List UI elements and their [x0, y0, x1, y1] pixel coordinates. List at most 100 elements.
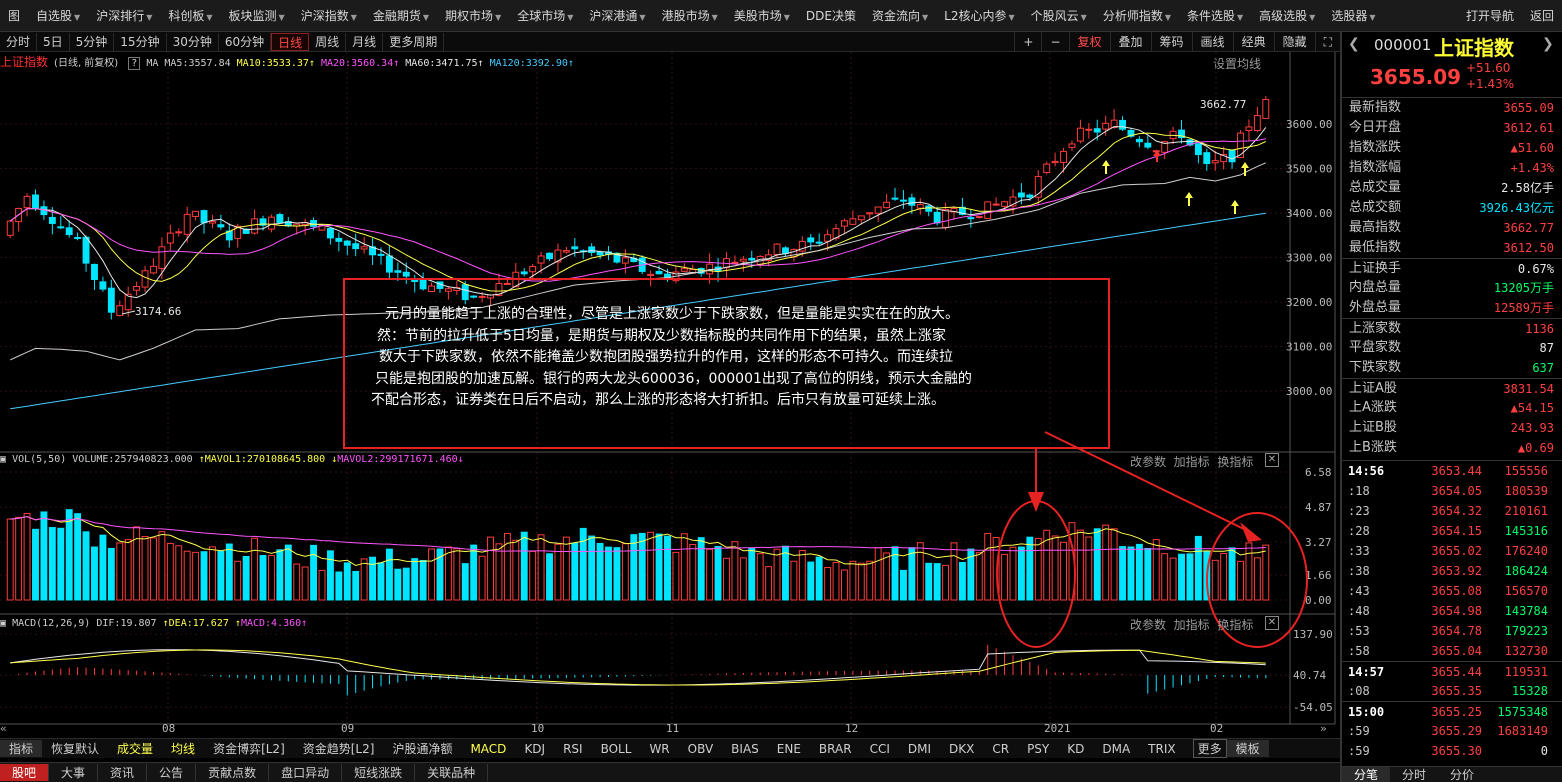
nav-item[interactable]: 沪深指数 ▼: [293, 7, 365, 24]
nav-item[interactable]: 科创板 ▼: [160, 7, 220, 24]
bottom-tab[interactable]: 盘口异动: [269, 764, 343, 781]
nav-item[interactable]: DDE决策: [798, 7, 864, 24]
period-tab[interactable]: 15分钟: [114, 32, 167, 51]
indicator-tab[interactable]: 更多: [1192, 739, 1227, 758]
indicator-tab[interactable]: 指标: [0, 740, 43, 757]
vol-change-params[interactable]: 改参数: [1130, 455, 1166, 469]
nav-item[interactable]: 选股器 ▼: [1323, 7, 1383, 24]
vol-add-indicator[interactable]: 加指标: [1174, 455, 1210, 469]
indicator-tab[interactable]: ENE: [768, 742, 810, 756]
macd-close-icon[interactable]: ✕: [1265, 616, 1279, 630]
right-tabs: 分笔 分时 分价: [1342, 766, 1562, 782]
indicator-tab[interactable]: DKX: [940, 742, 983, 756]
nav-item[interactable]: 板块监测 ▼: [221, 7, 293, 24]
chart-tool[interactable]: 画线: [1191, 32, 1233, 51]
chart-tool[interactable]: 隐藏: [1273, 32, 1315, 51]
scroll-right-icon: »: [1320, 722, 1327, 735]
bottom-tab[interactable]: 股吧: [0, 764, 50, 781]
bottom-tab[interactable]: 资讯: [98, 764, 148, 781]
nav-item[interactable]: 条件选股 ▼: [1179, 7, 1251, 24]
period-tab[interactable]: 5分钟: [70, 32, 115, 51]
indicator-tab[interactable]: KD: [1058, 742, 1093, 756]
indicator-tab[interactable]: RSI: [554, 742, 592, 756]
indicator-tab[interactable]: 沪股通净额: [383, 740, 461, 757]
indicator-tab[interactable]: 恢复默认: [42, 740, 108, 757]
vol-switch-indicator[interactable]: 换指标: [1217, 455, 1253, 469]
indicator-tab[interactable]: WR: [640, 742, 678, 756]
period-tab[interactable]: 日线: [271, 32, 310, 51]
prev-stock-icon[interactable]: ❮: [1348, 36, 1360, 52]
stat-value: 13205万手: [1493, 281, 1554, 295]
bottom-tab[interactable]: 关联品种: [415, 764, 489, 781]
indicator-tab[interactable]: 模板: [1226, 740, 1269, 757]
indicator-tab[interactable]: DMI: [899, 742, 940, 756]
bottom-tab[interactable]: 短线涨跌: [342, 764, 416, 781]
volume-bar: [99, 534, 107, 601]
indicator-tab[interactable]: MACD: [461, 742, 515, 756]
indicator-tab[interactable]: OBV: [679, 742, 723, 756]
nav-item[interactable]: 图: [0, 7, 28, 24]
nav-item[interactable]: 分析师指数 ▼: [1095, 7, 1179, 24]
indicator-tab[interactable]: PSY: [1018, 742, 1058, 756]
bottom-tab[interactable]: 大事: [49, 764, 99, 781]
indicator-tab[interactable]: 均线: [162, 740, 204, 757]
nav-item[interactable]: 个股风云 ▼: [1023, 7, 1095, 24]
bottom-tab[interactable]: 贡献点数: [196, 764, 270, 781]
indicator-tab[interactable]: TRIX: [1139, 742, 1184, 756]
period-tab[interactable]: 月线: [346, 32, 384, 51]
nav-item[interactable]: 高级选股 ▼: [1251, 7, 1323, 24]
indicator-tab[interactable]: CR: [983, 742, 1018, 756]
chart-tool[interactable]: 经典: [1232, 32, 1274, 51]
tick-row: :38 3653.92 186424: [1342, 561, 1562, 581]
chart-tool[interactable]: +: [1014, 32, 1041, 51]
candle-body: [251, 218, 259, 234]
right-tab[interactable]: 分时: [1390, 767, 1438, 782]
right-tab[interactable]: 分笔: [1342, 767, 1391, 782]
nav-item[interactable]: 金融期货 ▼: [365, 7, 437, 24]
indicator-tab[interactable]: 资金趋势[L2]: [294, 740, 384, 757]
nav-item[interactable]: 资金流向 ▼: [864, 7, 936, 24]
nav-item[interactable]: 港股市场 ▼: [654, 7, 726, 24]
chart-tool[interactable]: 筹码: [1150, 32, 1192, 51]
volume-bar: [276, 549, 284, 601]
period-tab[interactable]: 周线: [309, 32, 347, 51]
indicator-tab[interactable]: 成交量: [108, 740, 162, 757]
volume-bar: [697, 537, 705, 601]
chart-tool[interactable]: −: [1041, 32, 1068, 51]
period-tab[interactable]: 5日: [37, 32, 70, 51]
vol-close-icon[interactable]: ✕: [1265, 453, 1279, 467]
chart-tool[interactable]: 复权: [1068, 32, 1110, 51]
indicator-tab[interactable]: 资金博弈[L2]: [204, 740, 294, 757]
nav-right-item[interactable]: 返回: [1522, 7, 1562, 24]
right-tab[interactable]: 分价: [1438, 767, 1486, 782]
indicator-tab[interactable]: BOLL: [592, 742, 641, 756]
indicator-tab[interactable]: BIAS: [722, 742, 768, 756]
period-tab[interactable]: 60分钟: [219, 32, 272, 51]
volume-bar: [672, 551, 680, 601]
nav-item[interactable]: 沪深排行 ▼: [88, 7, 160, 24]
indicator-tab[interactable]: DMA: [1093, 742, 1139, 756]
macd-change-params[interactable]: 改参数: [1130, 618, 1166, 632]
nav-item[interactable]: L2核心内参 ▼: [936, 7, 1022, 24]
indicator-tab[interactable]: KDJ: [515, 742, 554, 756]
nav-item[interactable]: 全球市场 ▼: [509, 7, 581, 24]
nav-item[interactable]: 美股市场 ▼: [726, 7, 798, 24]
macd-switch-indicator[interactable]: 换指标: [1217, 618, 1253, 632]
nav-item[interactable]: 自选股 ▼: [28, 7, 88, 24]
nav-item[interactable]: 期权市场 ▼: [437, 7, 509, 24]
fullscreen-icon[interactable]: ⛶: [1314, 32, 1340, 51]
indicator-tab[interactable]: CCI: [861, 742, 899, 756]
period-tab[interactable]: 30分钟: [167, 32, 219, 51]
chart-tool[interactable]: 叠加: [1109, 32, 1151, 51]
stat-value: 1136: [1525, 322, 1554, 336]
period-tab[interactable]: 更多周期: [383, 32, 445, 51]
nav-item[interactable]: 沪深港通 ▼: [581, 7, 653, 24]
macd-add-indicator[interactable]: 加指标: [1174, 618, 1210, 632]
next-stock-icon[interactable]: ❯: [1542, 36, 1554, 52]
candle-body: [1076, 127, 1084, 142]
period-tab[interactable]: 分时: [0, 32, 38, 51]
nav-right-item[interactable]: 打开导航: [1458, 7, 1522, 24]
stock-name: 上证指数: [1434, 36, 1514, 60]
bottom-tab[interactable]: 公告: [147, 764, 197, 781]
indicator-tab[interactable]: BRAR: [810, 742, 861, 756]
